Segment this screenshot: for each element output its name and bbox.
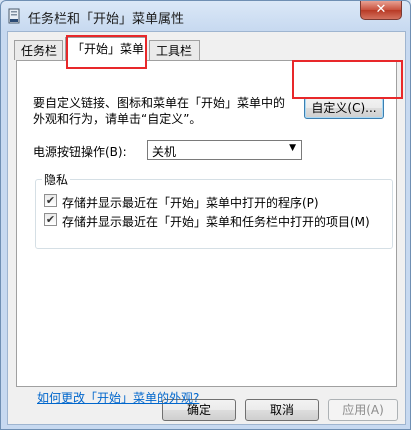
tab-taskbar[interactable]: 任务栏 (14, 40, 63, 60)
close-button[interactable]: ✕ (360, 1, 402, 20)
recent-items-checkbox[interactable]: ✔ (44, 213, 57, 226)
taskbar-properties-icon (8, 8, 20, 24)
tab-start-menu[interactable]: 「开始」菜单 (65, 37, 147, 61)
power-button-label: 电源按钮操作(B): (33, 145, 127, 159)
customize-button[interactable]: 自定义(C)... (304, 97, 384, 119)
power-button-action-select[interactable]: 关机 ▼ (147, 140, 302, 160)
power-button-action-value: 关机 (152, 145, 177, 159)
privacy-group-title: 隐私 (42, 171, 71, 188)
window-title: 任务栏和「开始」菜单属性 (28, 12, 185, 27)
chevron-down-icon: ▼ (289, 143, 296, 153)
cancel-button[interactable]: 取消 (245, 399, 319, 421)
customize-description: 要自定义链接、图标和菜单在「开始」菜单中的 外观和行为，请单击“自定义”。 (33, 96, 286, 126)
start-menu-help-link[interactable]: 如何更改「开始」菜单的外观? (37, 389, 199, 406)
start-menu-panel: 要自定义链接、图标和菜单在「开始」菜单中的 外观和行为，请单击“自定义”。 自定… (16, 60, 397, 405)
recent-programs-label: 存储并显示最近在「开始」菜单中打开的程序(P) (62, 196, 319, 210)
tab-toolbars[interactable]: 工具栏 (149, 40, 200, 60)
dialog-client-area: 任务栏 「开始」菜单 工具栏 要自定义链接、图标和菜单在「开始」菜单中的 外观和… (7, 31, 406, 425)
dialog-window: 任务栏和「开始」菜单属性 ✕ 任务栏 「开始」菜单 工具栏 要自定义链接、图标和… (0, 0, 411, 430)
recent-items-label: 存储并显示最近在「开始」菜单和任务栏中打开的项目(M) (62, 215, 370, 229)
recent-programs-checkbox[interactable]: ✔ (44, 194, 57, 207)
apply-button[interactable]: 应用(A) (328, 399, 398, 421)
title-bar[interactable]: 任务栏和「开始」菜单属性 ✕ (1, 1, 410, 31)
